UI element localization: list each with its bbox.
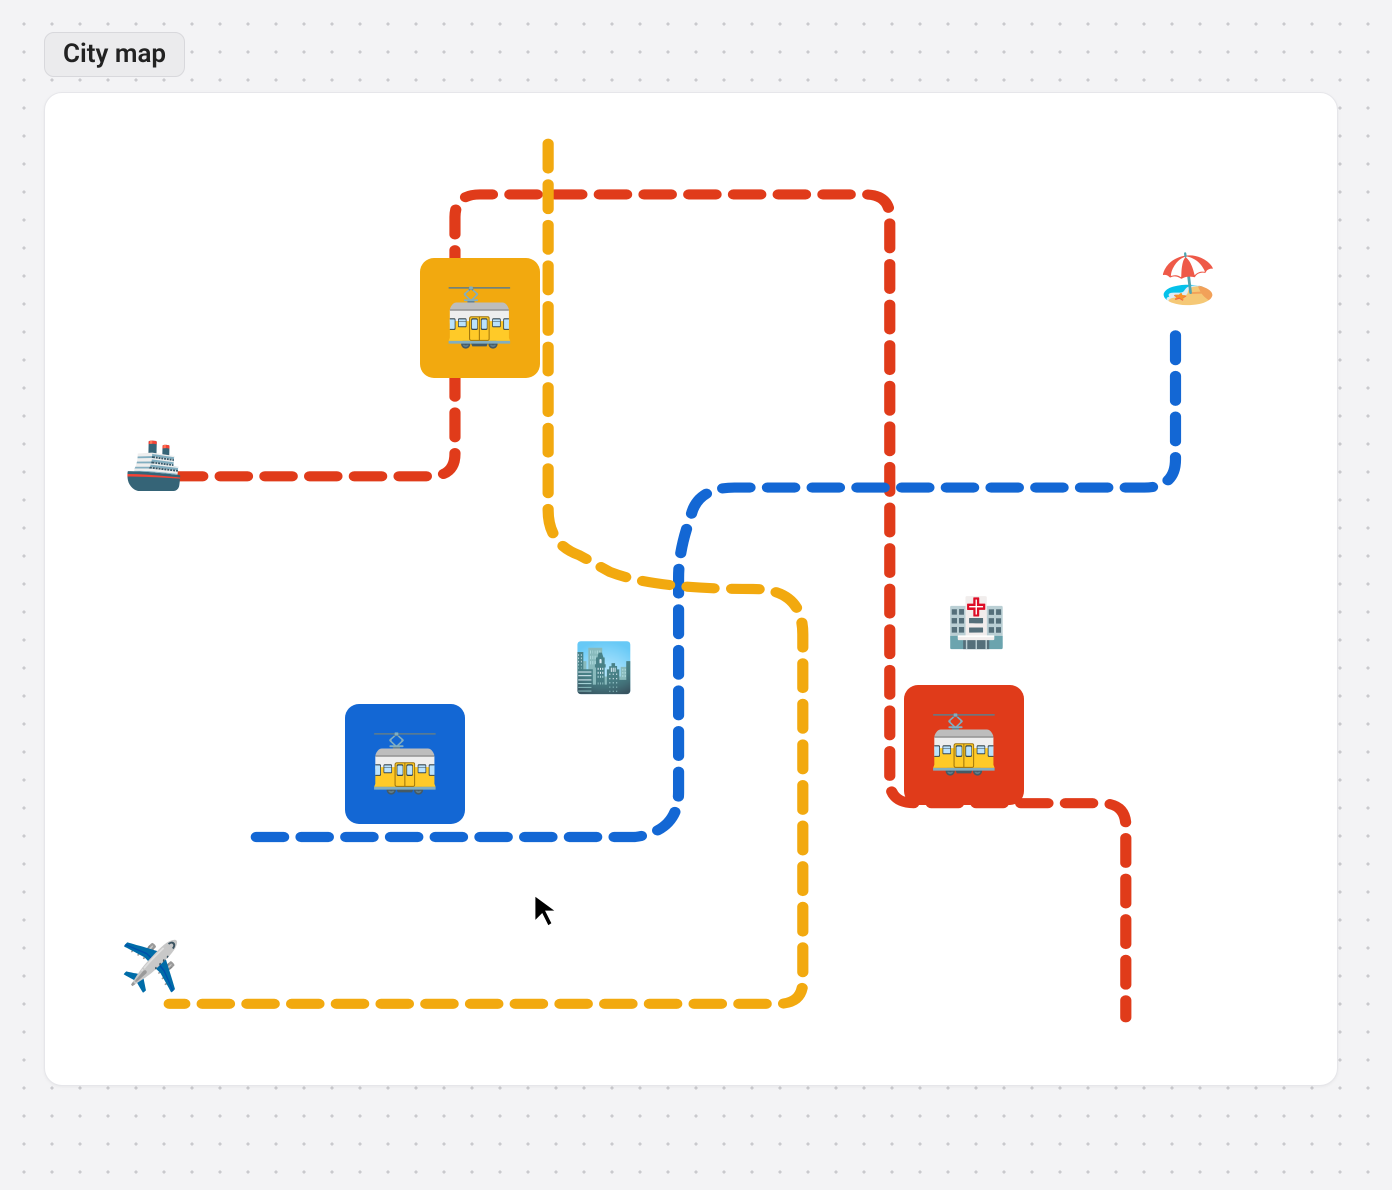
station-red[interactable]: 🚋 [904, 685, 1024, 805]
ship-icon: 🚢 [124, 436, 184, 493]
poi-city[interactable]: 🏙️ [574, 644, 634, 692]
plane-icon: ✈️ [121, 938, 181, 995]
tram-icon: 🚋 [445, 285, 515, 351]
tram-icon: 🚋 [370, 731, 440, 797]
hospital-icon: 🏥 [947, 594, 1007, 651]
diagram-title-chip[interactable]: City map [44, 32, 185, 77]
city-icon: 🏙️ [574, 639, 634, 696]
poi-beach[interactable]: 🏖️ [1158, 255, 1218, 303]
station-blue[interactable]: 🚋 [345, 704, 465, 824]
poi-hospital[interactable]: 🏥 [947, 599, 1007, 647]
mouse-cursor-icon [530, 892, 566, 928]
beach-icon: 🏖️ [1158, 250, 1218, 307]
route-map-svg [45, 93, 1337, 1085]
poi-ship[interactable]: 🚢 [124, 441, 184, 489]
poi-plane[interactable]: ✈️ [121, 943, 181, 991]
station-yellow[interactable]: 🚋 [420, 258, 540, 378]
map-card[interactable]: 🚋 🚋 🚋 🚢 🏖️ 🏥 🏙️ ✈️ [44, 92, 1338, 1086]
tram-icon: 🚋 [929, 712, 999, 778]
